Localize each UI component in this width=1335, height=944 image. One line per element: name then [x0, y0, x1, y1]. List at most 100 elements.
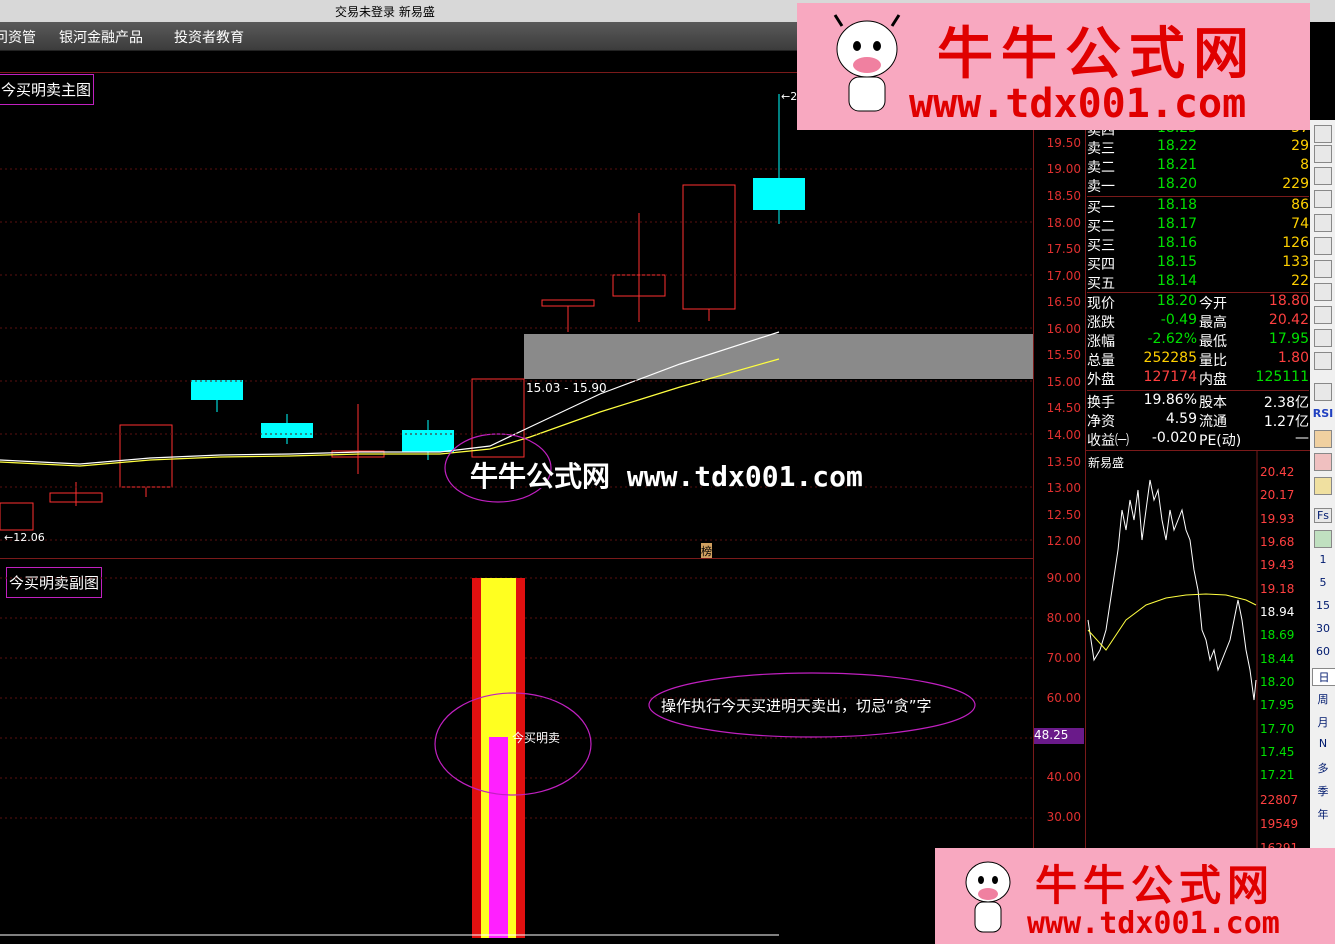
bid-row[interactable]: 买四 18.15 133	[1087, 254, 1309, 273]
y-tick: 20.17	[1260, 488, 1295, 502]
price-range-box	[524, 334, 1033, 379]
stat-row: 净资 4.59 流通 1.27亿	[1087, 411, 1309, 430]
fs-button[interactable]: Fs	[1314, 508, 1332, 523]
indicator-bar-magenta	[489, 737, 508, 938]
period-60min[interactable]: 60	[1312, 645, 1334, 658]
y-tick: 70.00	[1046, 651, 1081, 665]
y-tick: 18.44	[1260, 652, 1295, 666]
y-tick: 19.50	[1046, 136, 1081, 150]
sub-chart-svg	[0, 577, 1033, 938]
tool-icon[interactable]	[1314, 430, 1332, 448]
period-week[interactable]: 周	[1312, 691, 1334, 707]
logo-url: www.tdx001.com	[909, 81, 1247, 127]
ask-row[interactable]: 卖一 18.20 229	[1087, 176, 1309, 195]
tool-icon[interactable]	[1314, 190, 1332, 208]
intraday-avg-line	[1087, 593, 1257, 651]
bid-row[interactable]: 买三 18.16 126	[1087, 235, 1309, 254]
main-y-axis: 19.50 19.00 18.50 18.00 17.50 17.00 16.5…	[1033, 72, 1083, 558]
y-tick: 80.00	[1046, 611, 1081, 625]
rsi-button[interactable]: RSI	[1312, 407, 1334, 420]
panel-separator	[1033, 50, 1034, 940]
vol-tick: 19549	[1260, 817, 1299, 831]
window-title: 交易未登录 新易盛	[335, 5, 435, 19]
period-season[interactable]: 季	[1312, 783, 1334, 799]
y-tick: 16.00	[1046, 322, 1081, 336]
period-day[interactable]: 日	[1312, 668, 1335, 686]
stat-row: 换手 19.86% 股本 2.38亿	[1087, 392, 1309, 411]
period-15min[interactable]: 15	[1312, 599, 1334, 612]
y-tick: 18.00	[1046, 216, 1081, 230]
intraday-price-line	[1087, 479, 1257, 701]
y-tick: 19.43	[1260, 558, 1295, 572]
refresh-icon[interactable]	[1314, 530, 1332, 548]
y-tick: 60.00	[1046, 691, 1081, 705]
period-month[interactable]: 月	[1312, 714, 1334, 730]
y-tick: 18.69	[1260, 628, 1295, 642]
period-n[interactable]: N	[1312, 737, 1334, 750]
high-price-marker: ←2	[781, 90, 798, 103]
quote-panel: 卖四18.2337 卖三18.2229 卖二18.218 卖一18.20229 …	[1087, 120, 1309, 450]
tool-icon[interactable]	[1314, 306, 1332, 324]
logo-brand: 牛牛公式网	[1035, 861, 1276, 910]
y-tick: 17.70	[1260, 722, 1295, 736]
tool-icon[interactable]	[1314, 260, 1332, 278]
minute-y-axis: 20.42 20.17 19.93 19.68 19.43 19.18 18.9…	[1258, 460, 1308, 855]
tool-icon[interactable]	[1314, 453, 1332, 471]
menu-item-investor-education[interactable]: 投资者教育	[174, 27, 244, 47]
tool-icon[interactable]	[1314, 352, 1332, 370]
period-year[interactable]: 年	[1312, 806, 1334, 822]
menu-bar: 问资管 银河金融产品 投资者教育	[0, 22, 800, 51]
stat-row: 收益㈠ -0.020 PE(动) —	[1087, 430, 1309, 449]
tool-icon[interactable]	[1314, 237, 1332, 255]
y-tick: 18.20	[1260, 675, 1295, 689]
price-range-label: 15.03 - 15.90	[526, 381, 607, 395]
watermark-text: 牛牛公式网 www.tdx001.com	[470, 460, 863, 493]
y-tick: 17.00	[1046, 269, 1081, 283]
period-30min[interactable]: 30	[1312, 622, 1334, 635]
indicator-label: 今买明卖	[512, 731, 561, 745]
tool-icon[interactable]	[1314, 329, 1332, 347]
watermark-logo-top: 牛牛公式网 www.tdx001.com	[797, 3, 1310, 130]
y-tick: 16.50	[1046, 295, 1081, 309]
y-tick: 19.00	[1046, 162, 1081, 176]
period-1min[interactable]: 1	[1312, 553, 1334, 566]
menu-item-financial-products[interactable]: 银河金融产品	[59, 27, 143, 47]
stat-row: 涨跌 -0.49 最高 20.42	[1087, 312, 1309, 331]
y-tick: 19.18	[1260, 582, 1295, 596]
tool-icon[interactable]	[1314, 125, 1332, 143]
low-price-marker: ←12.06	[4, 531, 45, 544]
tool-icon[interactable]	[1314, 383, 1332, 401]
bid-row[interactable]: 买一 18.18 86	[1087, 197, 1309, 216]
cow-mascot-icon	[965, 861, 1011, 933]
stat-row: 现价 18.20 今开 18.80	[1087, 293, 1309, 312]
minute-chart-svg	[1087, 450, 1258, 850]
pencil-icon[interactable]	[1314, 477, 1332, 495]
tool-icon[interactable]	[1314, 214, 1332, 232]
stat-row: 外盘 127174 内盘 125111	[1087, 369, 1309, 388]
ask-row[interactable]: 卖三 18.22 29	[1087, 138, 1309, 157]
y-tick: 40.00	[1046, 770, 1081, 784]
cow-mascot-icon	[833, 14, 901, 112]
period-multi[interactable]: 多	[1312, 760, 1334, 776]
tool-icon[interactable]	[1314, 167, 1332, 185]
stat-row: 涨幅 -2.62% 最低 17.95	[1087, 331, 1309, 350]
strategy-annotation: 操作执行今天买进明天卖出，切忌“贪”字	[661, 697, 932, 715]
y-tick: 19.68	[1260, 535, 1295, 549]
y-tick: 18.94	[1260, 605, 1295, 619]
y-tick: 13.50	[1046, 455, 1081, 469]
tool-icon[interactable]	[1314, 145, 1332, 163]
logo-brand: 牛牛公式网	[937, 21, 1257, 87]
menu-item-asset-management[interactable]: 问资管	[0, 27, 36, 47]
bid-row[interactable]: 买五 18.14 22	[1087, 273, 1309, 292]
rank-tag[interactable]: 榜	[701, 543, 712, 559]
bid-row[interactable]: 买二 18.17 74	[1087, 216, 1309, 235]
y-tick: 30.00	[1046, 810, 1081, 824]
logo-url: www.tdx001.com	[1027, 906, 1280, 941]
period-5min[interactable]: 5	[1312, 576, 1334, 589]
tool-icon[interactable]	[1314, 283, 1332, 301]
y-tick: 12.50	[1046, 508, 1081, 522]
y-tick: 15.50	[1046, 348, 1081, 362]
watermark-logo-bottom: 牛牛公式网 www.tdx001.com	[935, 848, 1335, 944]
ask-row[interactable]: 卖二 18.21 8	[1087, 157, 1309, 176]
y-tick: 14.50	[1046, 401, 1081, 415]
